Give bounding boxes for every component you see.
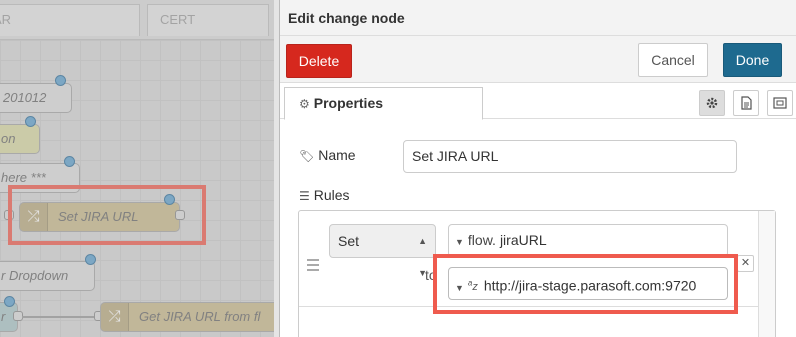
caret-down-icon: ▼ [455,237,464,247]
gear-icon: ⚙ [299,97,310,111]
rules-label: ☰ Rules [299,187,350,203]
tab-label: Properties [313,95,384,111]
node-description-button[interactable] [733,90,759,116]
target-type-label: flow. [467,232,496,248]
drag-handle-icon[interactable] [307,259,319,274]
rule-target-input[interactable]: ▼ flow. jiraURL [448,224,728,257]
edit-tray: Edit change node Delete Cancel Done ⚙ Pro… [279,0,796,337]
name-label: 🏷︎ Name [299,147,356,163]
canvas-dim-overlay [0,0,279,337]
gear-icon [706,97,718,109]
file-text-icon [741,96,752,110]
tray-toolbar: Delete Cancel Done [280,36,796,83]
rule-action-value: Set [338,233,360,249]
list-icon: ☰ [299,189,310,203]
node-settings-button[interactable] [699,90,725,116]
done-button[interactable]: Done [723,43,782,77]
tab-properties[interactable]: ⚙ Properties [284,87,483,120]
node-appearance-button[interactable] [767,90,793,116]
tray-tabs: ⚙ Properties [280,83,796,120]
rule-target-value: jiraURL [499,232,547,248]
name-input[interactable]: Set JIRA URL [403,140,737,173]
tray-title: Edit change node [280,0,796,36]
name-label-text: Name [318,147,356,163]
cancel-button[interactable]: Cancel [638,43,708,77]
rules-label-text: Rules [313,187,350,203]
rule-action-select[interactable]: Set ▲ ▼ [329,224,436,278]
remove-rule-button[interactable]: ✕ [737,255,754,272]
window-icon [773,97,787,109]
tag-icon: 🏷︎ [299,149,315,163]
highlight-box [433,254,738,314]
rules-scrollbar[interactable] [758,211,775,337]
delete-button[interactable]: Delete [286,44,352,78]
